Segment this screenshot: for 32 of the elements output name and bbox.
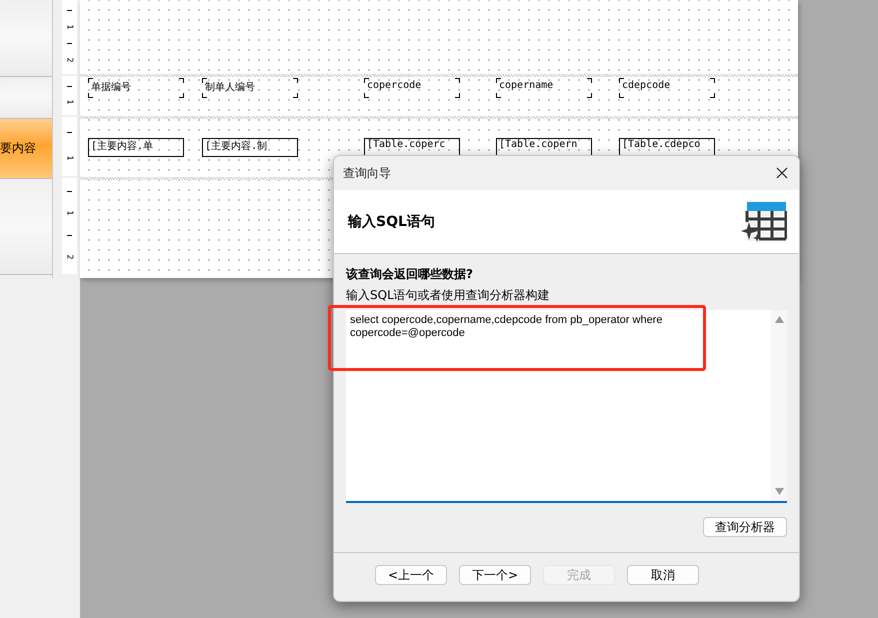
wizard-button[interactable]: 下一个> (459, 565, 531, 585)
label-text: copercode (367, 80, 422, 91)
scroll-down-icon[interactable] (774, 488, 784, 495)
ruler-number: 1 (66, 98, 74, 104)
data-field[interactable]: [主要内容.制 (202, 138, 298, 157)
tick-mark (67, 190, 72, 192)
ruler-number: 2 (66, 57, 74, 63)
hint-text: 输入SQL语句或者使用查询分析器构建 (346, 287, 551, 304)
tick-mark (67, 10, 72, 11)
label-text: copername (499, 80, 554, 91)
wizard-button[interactable]: <上一个 (375, 565, 447, 585)
label-text: 制单人编号 (205, 80, 255, 94)
table-sparkle-icon (741, 198, 787, 244)
ruler-number: 1 (66, 210, 74, 216)
scroll-up-icon[interactable] (774, 316, 784, 323)
query-builder-button[interactable]: 查询分析器 (703, 517, 787, 537)
scrollbar[interactable] (771, 310, 787, 501)
sidebar-item[interactable]: 要内容 (0, 119, 52, 179)
sql-field[interactable]: select copercode,copername,cdepcode from pb_operator where copercode=@opercode (346, 310, 787, 503)
close-icon (776, 167, 788, 179)
tick-mark (67, 43, 72, 44)
question-text: 该查询会返回哪些数据? (346, 266, 474, 283)
dialog-title: 查询向导 (343, 164, 391, 182)
step-heading: 输入SQL语句 (348, 212, 435, 230)
data-field[interactable]: [主要内容.单 (88, 138, 184, 157)
wizard-button[interactable]: 取消 (627, 565, 699, 585)
label-text: cdepcode (622, 80, 670, 91)
ruler-number: 1 (66, 24, 74, 30)
ruler-number: 1 (66, 154, 74, 160)
label-text: 单据编号 (91, 80, 131, 94)
tick-mark (67, 234, 72, 236)
ruler-number: 2 (66, 254, 74, 260)
